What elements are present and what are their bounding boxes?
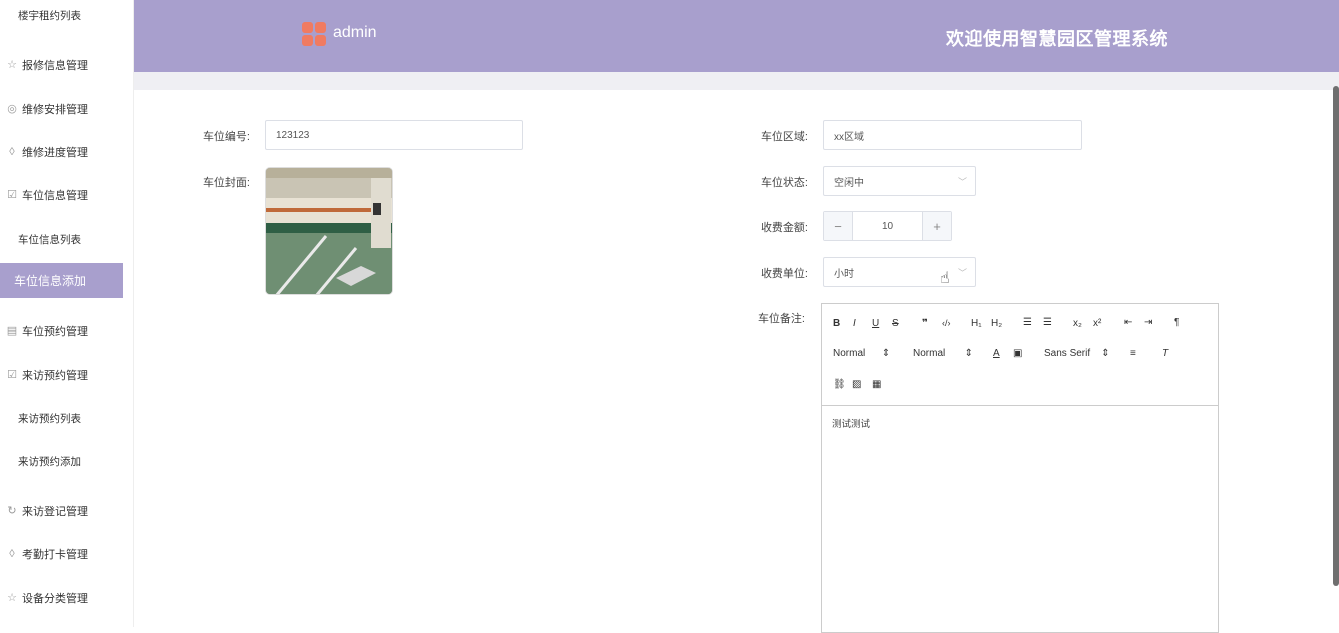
sidebar-item-attendance[interactable]: ◊ 考勤打卡管理 [0, 546, 134, 562]
indent-icon[interactable]: ⇥ [1144, 317, 1152, 328]
compass-icon: ◎ [7, 103, 17, 115]
status-select[interactable]: 空闲中 ﹀ [823, 166, 976, 196]
welcome-title: 欢迎使用智慧园区管理系统 [946, 29, 1168, 49]
sidebar-item-parking-list[interactable]: 车位信息列表 [0, 232, 134, 247]
header: admin 欢迎使用智慧园区管理系统 [134, 0, 1339, 72]
chevron-down-icon: ﹀ [957, 268, 967, 278]
subscript-icon[interactable]: x₂ [1073, 318, 1082, 329]
header-select[interactable]: Normal ⇕ [833, 348, 890, 359]
strike-icon[interactable]: S [892, 318, 899, 329]
fee-stepper[interactable]: − 10 + [823, 211, 952, 241]
sidebar-item-maintenance-schedule[interactable]: ◎ 维修安排管理 [0, 101, 134, 117]
hand-cursor-icon: ☝ [940, 270, 950, 287]
status-label: 车位状态: [760, 177, 808, 189]
bold-icon[interactable]: B [833, 318, 840, 329]
sidebar-item-parking-add[interactable]: 车位信息添加 [0, 263, 123, 298]
number-input[interactable]: 123123 [265, 120, 523, 150]
rich-text-editor[interactable]: B I U S ❞ ‹/› H₁ H₂ ☰ ☰ x₂ x² ⇤ ⇥ ¶ Norm… [821, 303, 1219, 633]
archive-icon: ▤ [6, 325, 18, 337]
star-icon: ☆ [7, 59, 17, 71]
sidebar-item-visit-registration[interactable]: ↻ 来访登记管理 [0, 503, 134, 519]
editor-content[interactable]: 测试测试 [822, 406, 1218, 440]
ordered-list-icon[interactable]: ☰ [1023, 317, 1032, 328]
text-direction-icon[interactable]: ¶ [1174, 317, 1179, 328]
underline-icon[interactable]: U [872, 318, 879, 329]
fee-label: 收费金额: [760, 222, 808, 234]
sidebar-item-parking-info[interactable]: ☑ 车位信息管理 [0, 187, 134, 203]
logo-icon [302, 22, 326, 46]
italic-icon[interactable]: I [853, 318, 856, 329]
sidebar-item-visit-list[interactable]: 来访预约列表 [0, 411, 134, 426]
sidebar: 楼宇租约列表 ☆ 报修信息管理 ◎ 维修安排管理 ◊ 维修进度管理 ☑ 车位信息管理 车… [0, 0, 134, 627]
scrollbar[interactable] [1333, 86, 1339, 586]
drop-icon: ◊ [9, 146, 15, 158]
drop-icon: ◊ [9, 548, 15, 560]
area-label: 车位区域: [760, 131, 808, 143]
checkbox-icon: ☑ [7, 369, 17, 381]
video-icon[interactable]: ▦ [872, 379, 881, 390]
superscript-icon[interactable]: x² [1093, 318, 1101, 329]
star-icon: ☆ [7, 592, 17, 604]
sidebar-item-parking-reservation[interactable]: ▤ 车位预约管理 [0, 323, 134, 339]
code-block-icon[interactable]: ‹/› [942, 318, 951, 328]
bullet-list-icon[interactable]: ☰ [1043, 317, 1052, 328]
image-icon[interactable]: ▨ [852, 379, 861, 390]
refresh-icon: ↻ [7, 505, 17, 517]
cover-image[interactable] [265, 167, 393, 295]
area-input[interactable]: xx区域 [823, 120, 1082, 150]
link-icon[interactable]: ⛓ [833, 379, 846, 390]
clear-format-icon[interactable]: T [1162, 348, 1168, 359]
background-color-icon[interactable]: ▣ [1013, 348, 1022, 359]
header1-icon[interactable]: H₁ [971, 318, 982, 329]
sidebar-item-building-lease-list[interactable]: 楼宇租约列表 [18, 8, 128, 23]
header-band [134, 72, 1339, 90]
blockquote-icon[interactable]: ❞ [922, 318, 928, 329]
remark-label: 车位备注: [757, 313, 805, 325]
unit-label: 收费单位: [760, 268, 808, 280]
cover-label: 车位封面: [202, 177, 250, 189]
size-select[interactable]: Normal ⇕ [913, 348, 973, 359]
decrement-button[interactable]: − [824, 212, 853, 240]
sidebar-item-visit-reservation[interactable]: ☑ 来访预约管理 [0, 367, 134, 383]
fee-value[interactable]: 10 [853, 212, 922, 240]
editor-toolbar: B I U S ❞ ‹/› H₁ H₂ ☰ ☰ x₂ x² ⇤ ⇥ ¶ Norm… [822, 304, 1218, 406]
font-select[interactable]: Sans Serif ⇕ [1044, 348, 1110, 359]
sidebar-item-device-category[interactable]: ☆ 设备分类管理 [0, 590, 134, 606]
font-color-icon[interactable]: A [993, 348, 1000, 359]
admin-username[interactable]: admin [333, 24, 377, 42]
align-icon[interactable]: ≡ [1130, 348, 1136, 359]
sidebar-item-visit-add[interactable]: 来访预约添加 [0, 454, 134, 469]
outdent-icon[interactable]: ⇤ [1124, 317, 1132, 328]
header2-icon[interactable]: H₂ [991, 318, 1002, 329]
sidebar-item-repair-info[interactable]: ☆ 报修信息管理 [0, 57, 134, 73]
chevron-down-icon: ﹀ [957, 177, 967, 187]
checkbox-icon: ☑ [7, 189, 17, 201]
increment-button[interactable]: + [922, 212, 951, 240]
sidebar-item-maintenance-progress[interactable]: ◊ 维修进度管理 [0, 144, 134, 160]
unit-select[interactable]: 小时 ﹀ [823, 257, 976, 287]
number-label: 车位编号: [202, 131, 250, 143]
